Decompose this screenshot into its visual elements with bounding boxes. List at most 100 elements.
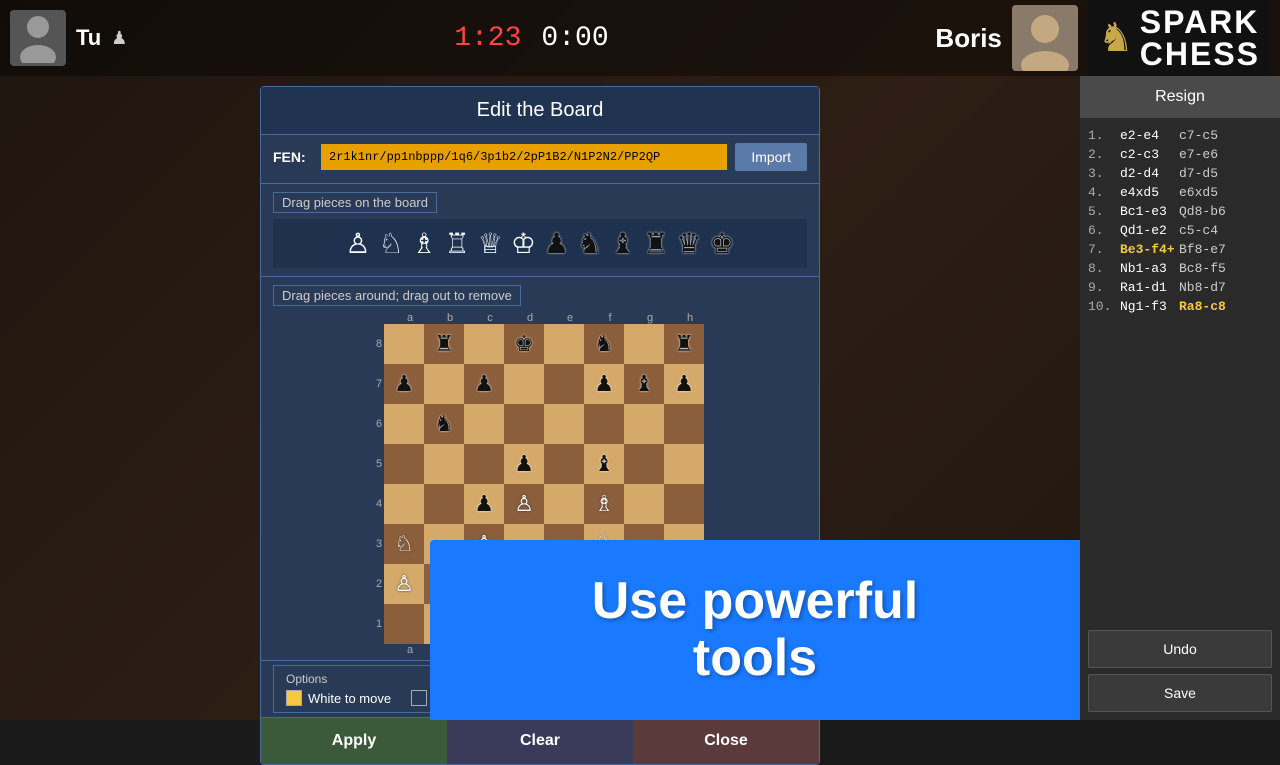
palette-piece-icon[interactable]: ♚ <box>710 227 735 260</box>
white-to-move-checkbox[interactable] <box>286 690 302 706</box>
apply-button[interactable]: Apply <box>261 718 447 764</box>
board-cell[interactable]: ♞ <box>584 324 624 364</box>
fen-input[interactable] <box>321 144 727 170</box>
move-black: Qd8-b6 <box>1179 204 1234 219</box>
import-button[interactable]: Import <box>735 143 807 171</box>
palette-piece-icon[interactable]: ♟ <box>544 227 569 260</box>
move-white: d2-d4 <box>1120 166 1175 181</box>
move-black: Ra8-c8 <box>1179 299 1234 314</box>
timer-center: 1:23 0:00 <box>454 23 608 54</box>
board-cell[interactable] <box>544 364 584 404</box>
move-row: 8.Nb1-a3Bc8-f5 <box>1088 259 1272 278</box>
board-cell[interactable] <box>624 484 664 524</box>
board-cell[interactable]: ♟ <box>384 364 424 404</box>
board-cell[interactable]: ♜ <box>664 324 704 364</box>
chess-text: CHESS <box>1140 38 1260 70</box>
move-number: 8. <box>1088 261 1116 276</box>
board-cell[interactable] <box>504 404 544 444</box>
move-black: c5-c4 <box>1179 223 1234 238</box>
board-cell[interactable]: ♟ <box>464 364 504 404</box>
move-white: Qd1-e2 <box>1120 223 1175 238</box>
move-number: 4. <box>1088 185 1116 200</box>
board-cell[interactable]: ♙ <box>384 564 424 604</box>
board-cell[interactable] <box>464 404 504 444</box>
move-number: 7. <box>1088 242 1116 257</box>
palette-piece-icon[interactable]: ♜ <box>643 227 668 260</box>
move-black: Bf8-e7 <box>1179 242 1234 257</box>
board-cell[interactable]: ♝ <box>584 444 624 484</box>
board-cell[interactable]: ♚ <box>504 324 544 364</box>
avatar-right <box>1012 5 1078 71</box>
board-cell[interactable] <box>384 604 424 644</box>
board-cell[interactable]: ♘ <box>384 524 424 564</box>
board-cell[interactable] <box>464 324 504 364</box>
palette-piece-icon[interactable]: ♞ <box>577 227 602 260</box>
board-cell[interactable] <box>544 484 584 524</box>
black-to-move-checkbox[interactable] <box>411 690 427 706</box>
board-cell[interactable] <box>544 444 584 484</box>
board-cell[interactable] <box>424 444 464 484</box>
board-cell[interactable] <box>424 364 464 404</box>
board-cell[interactable]: ♝ <box>624 364 664 404</box>
board-cell[interactable] <box>384 324 424 364</box>
drag-pieces-section: Drag pieces on the board ♙♘♗♖♕♔♟♞♝♜♛♚ <box>261 184 819 277</box>
promo-banner: Use powerful tools <box>430 540 1080 720</box>
white-to-move-label: White to move <box>308 691 391 706</box>
board-cell[interactable] <box>664 484 704 524</box>
palette-piece-icon[interactable]: ♛ <box>676 227 701 260</box>
board-cell[interactable] <box>384 484 424 524</box>
board-cell[interactable]: ♟ <box>664 364 704 404</box>
move-white: Ng1-f3 <box>1120 299 1175 314</box>
moves-list: 1.e2-e4c7-c52.c2-c3e7-e63.d2-d4d7-d54.e4… <box>1080 118 1280 622</box>
board-cell[interactable] <box>544 404 584 444</box>
move-number: 10. <box>1088 299 1116 314</box>
promo-line2: tools <box>693 629 817 687</box>
board-cell[interactable] <box>464 444 504 484</box>
palette-piece-icon[interactable]: ♝ <box>610 227 635 260</box>
board-col-label: b <box>430 312 470 324</box>
palette-piece-icon[interactable]: ♔ <box>511 227 536 260</box>
board-cell[interactable] <box>664 444 704 484</box>
board-cell[interactable] <box>424 484 464 524</box>
board-cell[interactable] <box>624 324 664 364</box>
palette-piece-icon[interactable]: ♖ <box>445 227 470 260</box>
palette-piece-icon[interactable]: ♙ <box>345 227 370 260</box>
board-cell[interactable] <box>504 364 544 404</box>
move-white: Ra1-d1 <box>1120 280 1175 295</box>
board-cell[interactable] <box>384 404 424 444</box>
white-to-move-option[interactable]: White to move <box>286 690 391 706</box>
undo-button[interactable]: Undo <box>1088 630 1272 668</box>
move-white: e4xd5 <box>1120 185 1175 200</box>
board-col-label: e <box>550 312 590 324</box>
board-cell[interactable] <box>544 324 584 364</box>
promo-line1: Use powerful <box>592 572 919 630</box>
avatar-left <box>10 10 66 66</box>
board-cell[interactable] <box>664 404 704 444</box>
board-row-label: 7 <box>376 364 382 404</box>
board-cell[interactable]: ♗ <box>584 484 624 524</box>
board-cell[interactable]: ♞ <box>424 404 464 444</box>
move-number: 6. <box>1088 223 1116 238</box>
palette-piece-icon[interactable]: ♗ <box>412 227 437 260</box>
palette-piece-icon[interactable]: ♕ <box>478 227 503 260</box>
board-cell[interactable] <box>624 404 664 444</box>
board-cell[interactable]: ♜ <box>424 324 464 364</box>
board-cell[interactable]: ♟ <box>584 364 624 404</box>
board-cell[interactable] <box>384 444 424 484</box>
clear-button[interactable]: Clear <box>447 718 633 764</box>
board-cell[interactable] <box>624 444 664 484</box>
board-cell[interactable]: ♟ <box>464 484 504 524</box>
palette-piece-icon[interactable]: ♘ <box>378 227 403 260</box>
resign-button[interactable]: Resign <box>1080 76 1280 118</box>
move-row: 1.e2-e4c7-c5 <box>1088 126 1272 145</box>
player-left: Tu ♟ <box>0 10 127 66</box>
move-white: e2-e4 <box>1120 128 1175 143</box>
timer-left: 1:23 <box>454 23 521 54</box>
save-button[interactable]: Save <box>1088 674 1272 712</box>
board-cell[interactable]: ♙ <box>504 484 544 524</box>
board-col-label: a <box>390 312 430 324</box>
board-cell[interactable]: ♟ <box>504 444 544 484</box>
move-black: Bc8-f5 <box>1179 261 1234 276</box>
close-button[interactable]: Close <box>633 718 819 764</box>
board-cell[interactable] <box>584 404 624 444</box>
